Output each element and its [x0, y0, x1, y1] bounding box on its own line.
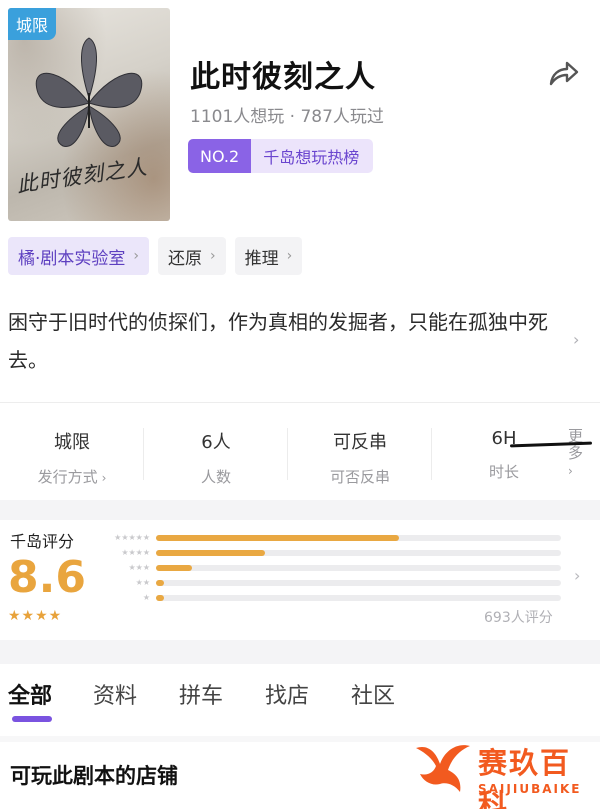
info-duration: 6H 时长 [432, 422, 576, 490]
intro-text[interactable]: 困守于旧时代的侦探们，作为真相的发掘者，只能在孤独中死去。 [8, 303, 563, 379]
bar-fill [156, 535, 399, 541]
chevron-right-icon[interactable]: › [573, 330, 579, 349]
rank-list-name: 千岛想玩热榜 [263, 148, 360, 167]
bar-star-icons: ★★ [135, 578, 150, 587]
tag-label: 还原 [168, 248, 203, 269]
tab-bar: 全部 资料 拼车 找店 社区 [0, 664, 600, 736]
rating-bar-1-star: ★ [112, 591, 562, 605]
rank-badge[interactable]: NO.2 千岛想玩热榜 [188, 139, 374, 173]
more-button[interactable]: 更多 › [568, 428, 588, 480]
info-release-type[interactable]: 城限 发行方式 › [0, 422, 144, 490]
divider [0, 402, 600, 403]
bar-track [156, 595, 561, 601]
watermark-title: 赛玖百科 [478, 746, 572, 809]
cover-tag: 城限 [8, 8, 57, 40]
chevron-right-icon: › [133, 248, 140, 264]
chevron-right-icon: › [568, 464, 573, 478]
tag-label: 推理 [244, 248, 279, 269]
tag-genre[interactable]: 推理 › [234, 237, 303, 275]
script-detail-page: 城限 此时彼刻之人 此时彼刻之人 1101人想玩 · 787人玩过 NO.2 千… [0, 0, 600, 809]
watermark-subtitle: SAIJIUBAIKE [478, 782, 582, 796]
section-gap [0, 640, 600, 664]
bar-fill [156, 565, 193, 571]
bar-fill [156, 550, 266, 556]
bar-track [156, 565, 561, 571]
rating-bar-3-star: ★★★ [112, 561, 562, 575]
bar-track [156, 580, 561, 586]
rating-score: 8.6 [8, 552, 86, 603]
chevron-right-icon: › [101, 471, 107, 485]
bar-star-icons: ★★★★ [121, 548, 150, 557]
info-cross-gender: 可反串 可否反串 [288, 422, 432, 490]
tab-find-store[interactable]: 找店 [265, 678, 309, 710]
page-title: 此时彼刻之人 [190, 60, 376, 95]
rating-stars: ★★★★ [8, 608, 63, 624]
info-label: 时长 [488, 463, 519, 481]
rating-label: 千岛评分 [10, 532, 75, 551]
info-label: 可否反串 [329, 468, 390, 486]
section-gap [0, 500, 600, 520]
bar-star-icons: ★★★ [128, 563, 150, 572]
bar-track [156, 535, 561, 541]
info-value: 城限 [54, 432, 90, 453]
rating-bar-4-star: ★★★★ [112, 546, 562, 560]
cover-image[interactable]: 城限 此时彼刻之人 [8, 8, 170, 221]
chevron-right-icon: › [210, 248, 216, 264]
chevron-right-icon: › [286, 248, 293, 264]
tab-info[interactable]: 资料 [93, 678, 137, 710]
tab-community[interactable]: 社区 [351, 678, 395, 710]
tag-publisher[interactable]: 橘·剧本实验室 › [8, 237, 150, 275]
info-value: 可反串 [333, 432, 387, 453]
info-players: 6人 人数 [144, 422, 288, 490]
tab-carpool[interactable]: 拼车 [179, 678, 223, 710]
tab-active-indicator [12, 716, 52, 722]
bar-star-icons: ★ [142, 593, 150, 602]
rating-bar-2-star: ★★ [112, 576, 562, 590]
play-stats: 1101人想玩 · 787人玩过 [190, 107, 384, 127]
bar-track [156, 550, 561, 556]
chevron-right-icon[interactable]: › [574, 566, 580, 585]
rating-bar-5-star: ★★★★★ [112, 531, 562, 545]
rank-number: NO.2 [188, 139, 252, 173]
bar-star-icons: ★★★★★ [114, 533, 150, 542]
info-label: 发行方式 [37, 468, 98, 486]
bar-fill [156, 580, 165, 586]
tag-category[interactable]: 还原 › [158, 237, 226, 275]
tag-row: 橘·剧本实验室 › 还原 › 推理 › [8, 237, 303, 275]
share-icon[interactable] [545, 56, 581, 92]
bar-fill [156, 595, 165, 601]
info-row: 城限 发行方式 › 6人 人数 可反串 可否反串 6H 时长 [0, 422, 600, 490]
info-value: 6人 [201, 432, 231, 453]
tab-all[interactable]: 全部 [8, 678, 52, 710]
watermark-whale-logo [410, 734, 474, 798]
info-label: 人数 [200, 468, 231, 486]
tag-label: 橘·剧本实验室 [18, 248, 126, 269]
stores-section-title: 可玩此剧本的店铺 [10, 764, 178, 788]
rating-count: 693人评分 [484, 610, 553, 626]
